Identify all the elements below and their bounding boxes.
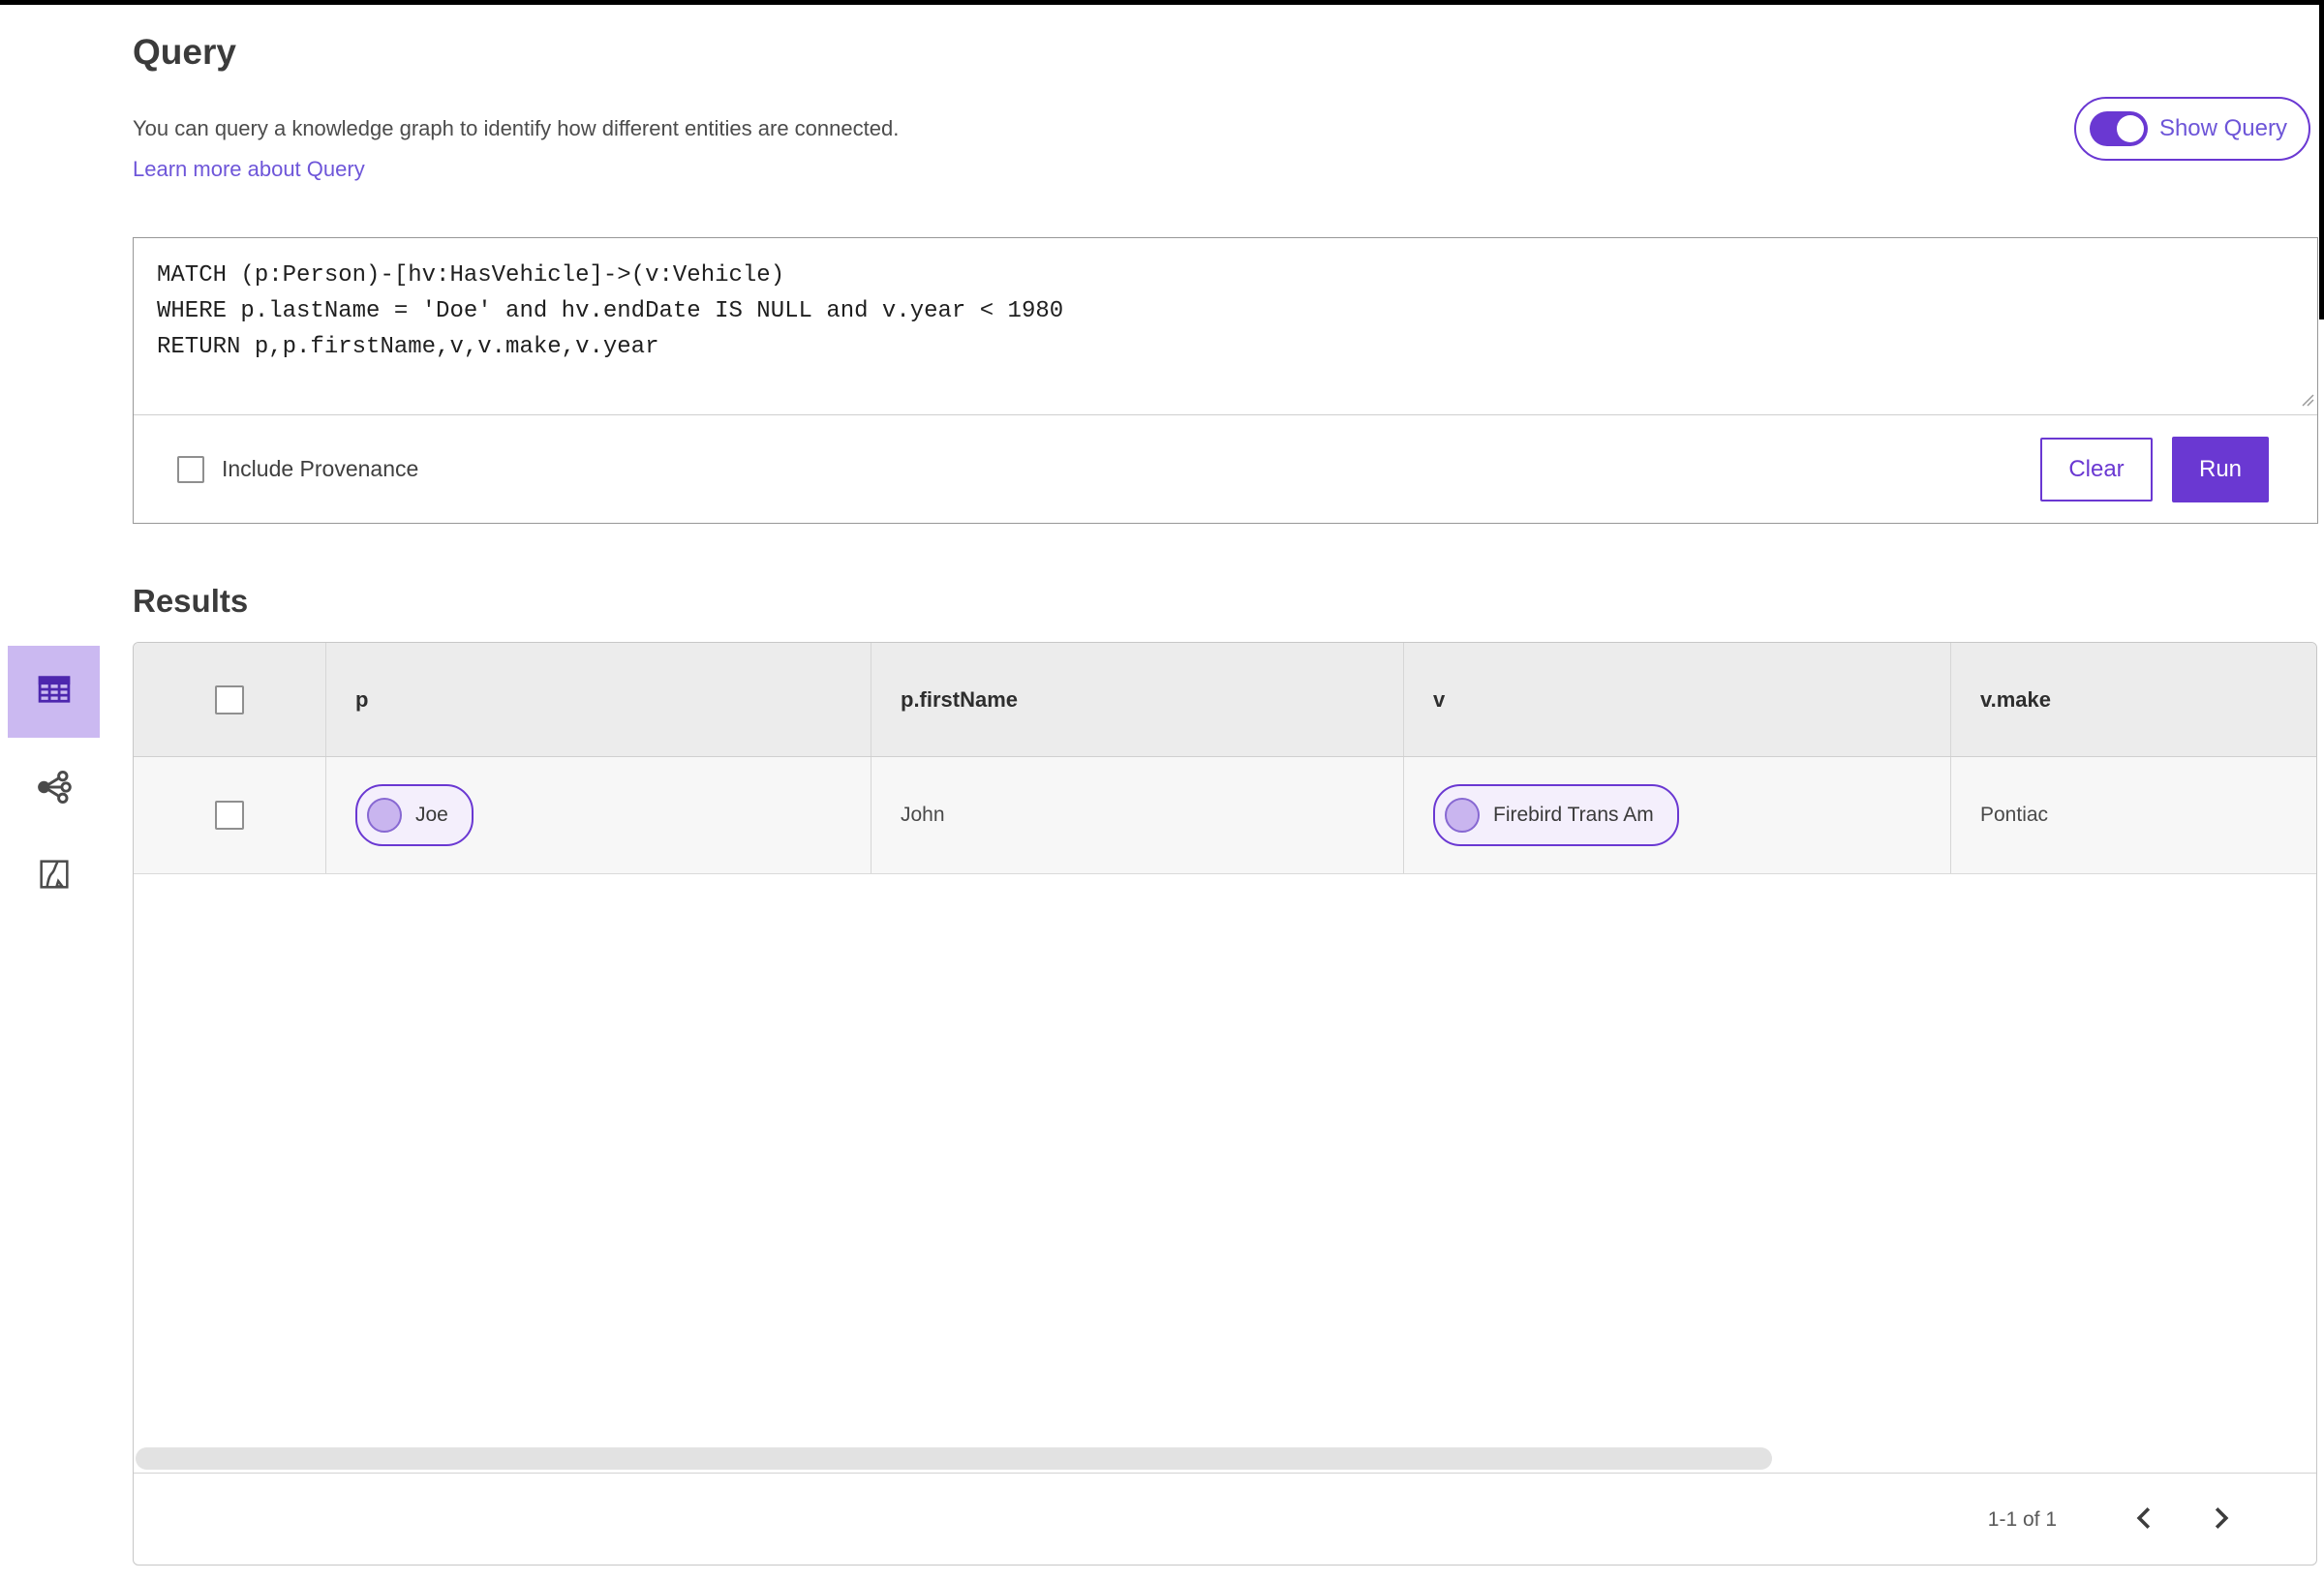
screenshot-top-edge xyxy=(0,0,2324,5)
select-all-checkbox[interactable] xyxy=(215,684,244,714)
query-code-textarea[interactable]: MATCH (p:Person)-[hv:HasVehicle]->(v:Veh… xyxy=(134,238,2317,415)
chevron-left-icon xyxy=(2133,1505,2155,1534)
resize-handle-icon[interactable] xyxy=(2301,393,2314,411)
vehicle-node-icon xyxy=(1445,798,1480,833)
person-node-icon xyxy=(367,798,402,833)
previous-page-button[interactable] xyxy=(2105,1491,2183,1549)
column-header-v-make[interactable]: v.make xyxy=(1950,643,2316,756)
include-provenance-option[interactable]: Include Provenance xyxy=(177,455,419,483)
view-switcher-map[interactable] xyxy=(8,837,100,915)
view-switcher-table[interactable] xyxy=(8,646,100,738)
entity-chip-label: Joe xyxy=(415,804,448,826)
column-header-v[interactable]: v xyxy=(1403,643,1950,756)
query-panel: MATCH (p:Person)-[hv:HasVehicle]->(v:Veh… xyxy=(133,237,2318,524)
column-header-p[interactable]: p xyxy=(325,643,871,756)
toggle-on-icon[interactable] xyxy=(2089,111,2148,146)
clear-button[interactable]: Clear xyxy=(2040,437,2153,502)
results-panel: p p.firstName v v.make Joe John Firebird… xyxy=(133,642,2317,1566)
query-panel-footer: Include Provenance Clear Run xyxy=(134,415,2317,523)
results-heading: Results xyxy=(133,583,249,620)
entity-chip-vehicle[interactable]: Firebird Trans Am xyxy=(1433,784,1679,846)
cell-p-firstname: John xyxy=(871,757,1403,873)
view-switcher-graph[interactable] xyxy=(8,750,100,828)
query-actions: Clear Run xyxy=(2040,436,2269,502)
row-checkbox[interactable] xyxy=(215,801,244,830)
results-table-header: p p.firstName v v.make xyxy=(134,643,2316,757)
pagination: 1-1 of 1 xyxy=(1987,1474,2316,1565)
table-view-icon xyxy=(34,669,75,714)
query-page: Query You can query a knowledge graph to… xyxy=(0,0,2324,1581)
map-view-icon xyxy=(35,855,74,898)
cell-v-make: Pontiac xyxy=(1950,757,2316,873)
horizontal-scrollbar-thumb[interactable] xyxy=(136,1447,1772,1470)
include-provenance-label: Include Provenance xyxy=(222,456,419,481)
query-code[interactable]: MATCH (p:Person)-[hv:HasVehicle]->(v:Veh… xyxy=(157,258,2294,365)
chevron-right-icon xyxy=(2211,1505,2232,1534)
page-description: You can query a knowledge graph to ident… xyxy=(133,116,900,140)
run-button[interactable]: Run xyxy=(2172,436,2269,502)
show-query-toggle[interactable]: Show Query xyxy=(2073,97,2310,161)
page-title: Query xyxy=(133,31,236,72)
learn-more-link[interactable]: Learn more about Query xyxy=(133,157,365,182)
table-row: Joe John Firebird Trans Am Pontiac xyxy=(134,757,2316,874)
graph-view-icon xyxy=(33,766,76,813)
pagination-range-label: 1-1 of 1 xyxy=(1987,1507,2057,1531)
next-page-button[interactable] xyxy=(2183,1491,2260,1549)
column-header-p-firstname[interactable]: p.firstName xyxy=(871,643,1403,756)
entity-chip-person[interactable]: Joe xyxy=(355,784,474,846)
show-query-label: Show Query xyxy=(2158,115,2287,141)
include-provenance-checkbox[interactable] xyxy=(177,455,204,483)
screenshot-right-edge xyxy=(2319,0,2324,319)
entity-chip-label: Firebird Trans Am xyxy=(1493,804,1654,826)
